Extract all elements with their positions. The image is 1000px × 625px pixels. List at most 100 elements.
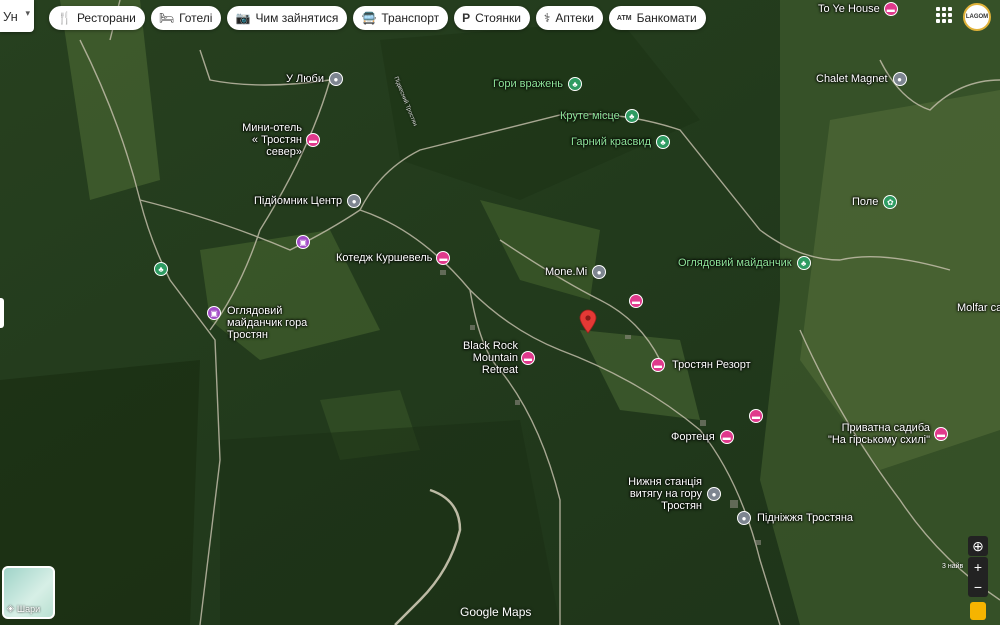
place-ohliadovyi-maidanchyk-trostian[interactable]: ▣ Оглядовий майданчик гора Тростян (207, 305, 339, 341)
hotel-pin-icon: ▬ (749, 409, 763, 423)
place-ohliadovyi-maidanchyk-east[interactable]: Оглядовий майданчик ♣ (678, 256, 811, 270)
atm-icon: ATM (616, 14, 632, 22)
park-pin-icon: ♣ (154, 262, 168, 276)
category-chips: 🍴 Ресторани 🛏 Готелі 📷 Чим зайнятися 🚍 Транс… (49, 6, 706, 30)
place-label: Гарний красвид (571, 136, 651, 148)
place-label: Фортеця (671, 431, 715, 443)
chip-label: Стоянки (475, 11, 521, 25)
place-hotel-unnamed-3[interactable]: ▬ (749, 409, 763, 423)
parking-icon: P (462, 11, 471, 25)
chip-transit[interactable]: 🚍 Транспорт (353, 6, 449, 30)
chip-parking[interactable]: P Стоянки (454, 6, 530, 30)
place-harnyi-krasvyd[interactable]: Гарний красвид ♣ (571, 135, 670, 149)
place-hotel-unnamed-2[interactable]: ▬ (629, 294, 643, 308)
hotel-pin-icon: ▬ (883, 2, 898, 16)
place-pidiomnyk-tsentr[interactable]: Підйомник Центр ● (254, 194, 362, 208)
chip-label: Аптеки (555, 11, 594, 25)
place-label: Поле (852, 196, 879, 208)
chevron-down-icon[interactable]: ▾ (25, 8, 30, 19)
camera-pin-icon: ▣ (207, 306, 221, 320)
street-view-pegman-icon[interactable] (970, 602, 986, 620)
place-pin-icon: ● (892, 72, 907, 86)
place-label: Гори вражень (493, 78, 564, 90)
park-pin-icon: ♣ (624, 109, 639, 123)
hotel-pin-icon: ▬ (934, 427, 948, 441)
park-pin-icon: ♣ (796, 256, 811, 270)
attribution-google: Google (460, 605, 499, 619)
camera-icon: 📷 (235, 11, 251, 25)
chip-label: Чим зайнятися (255, 11, 339, 25)
place-label: To Ye House (818, 3, 880, 15)
chip-pharmacies[interactable]: ⚕ Аптеки (535, 6, 603, 30)
place-hory-vrazhen[interactable]: Гори вражень ♣ (493, 77, 583, 91)
place-label: Chalet Magnet (816, 73, 888, 85)
place-label: У Люби (286, 73, 324, 85)
place-pin-icon: ● (328, 72, 343, 86)
side-panel-toggle[interactable] (0, 298, 4, 328)
restaurant-icon: 🍴 (57, 11, 72, 25)
place-park-unnamed[interactable]: ♣ (154, 262, 168, 276)
place-mone-mi[interactable]: Mone.Mi ● (545, 265, 607, 279)
hotel-pin-icon: ▬ (719, 430, 734, 444)
chip-things-to-do[interactable]: 📷 Чим зайнятися (227, 6, 348, 30)
park-pin-icon: ✿ (883, 195, 898, 209)
satellite-map[interactable] (0, 0, 1000, 625)
hotel-icon: 🛏 (158, 11, 175, 25)
search-box[interactable]: Ун ▾ (0, 0, 34, 32)
place-pin-icon: ● (707, 487, 721, 501)
location-target-icon: ⊕ (972, 537, 984, 554)
place-fortetsia[interactable]: Фортеця ▬ (671, 430, 734, 444)
place-label: Круте місце (560, 110, 620, 122)
attribution-maps: Maps (502, 605, 532, 619)
place-pin-icon: ● (347, 194, 362, 208)
place-pidnizhzhia-trostiana[interactable]: ● Підніжжя Тростяна (737, 511, 853, 525)
chip-restaurants[interactable]: 🍴 Ресторани (49, 6, 145, 30)
chip-atms[interactable]: ATM Банкомати (608, 6, 706, 30)
place-label: Підніжжя Тростяна (757, 512, 854, 524)
place-black-rock[interactable]: Black Rock Mountain Retreat ▬ (438, 340, 535, 376)
place-pin-icon: ● (737, 511, 751, 525)
place-hotel-unnamed-1[interactable]: ▣ (296, 235, 310, 249)
chip-label: Банкомати (636, 11, 697, 25)
apps-grid-icon[interactable] (936, 7, 952, 23)
place-u-lyuby[interactable]: У Люби ● (286, 72, 343, 86)
camera-pin-icon: ▣ (296, 235, 310, 249)
place-label: Котедж Куршевель (336, 252, 433, 264)
hotel-pin-icon: ▬ (629, 294, 643, 308)
transit-icon: 🚍 (361, 11, 377, 25)
my-location-button[interactable]: ⊕ (968, 536, 988, 556)
place-chalet-magnet[interactable]: Chalet Magnet ● (816, 72, 907, 86)
park-pin-icon: ♣ (655, 135, 670, 149)
hotel-pin-icon: ▬ (521, 351, 535, 365)
place-kryte-mistse[interactable]: Круте місце ♣ (560, 109, 639, 123)
avatar[interactable]: LAGOM (963, 3, 991, 31)
zoom-out-button[interactable]: − (968, 577, 988, 597)
park-pin-icon: ♣ (568, 77, 583, 91)
plus-icon: + (973, 559, 983, 575)
place-label: Black Rock Mountain Retreat (462, 340, 518, 376)
chip-hotels[interactable]: 🛏 Готелі (150, 6, 222, 30)
place-molfar[interactable]: Molfar cal (957, 302, 1000, 314)
place-label: Mone.Mi (545, 266, 588, 278)
search-input[interactable]: Ун (0, 9, 18, 24)
scale-note: 3 найв (942, 563, 964, 570)
hotel-pin-icon: ▬ (651, 358, 665, 372)
place-trostian-resort[interactable]: ▬ Тростян Резорт (651, 358, 751, 372)
place-label: Нижня станція витягу на гору Тростян (628, 476, 702, 512)
zoom-in-button[interactable]: + (968, 557, 988, 577)
chip-label: Ресторани (76, 11, 136, 25)
minus-icon: − (973, 579, 983, 595)
place-label: Приватна садиба "На гірському схилі" (827, 422, 930, 446)
place-pryvatna-sadyba[interactable]: Приватна садиба "На гірському схилі" ▬ (826, 422, 948, 446)
place-kotedzh-kurshevel[interactable]: Котедж Куршевель ▬ (336, 251, 451, 265)
chip-label: Готелі (179, 11, 213, 25)
layers-button[interactable]: ◈ Шари (2, 566, 55, 619)
place-label: Оглядовий майданчик гора Тростян (227, 305, 308, 341)
place-label: Підйомник Центр (254, 195, 343, 207)
place-label: Тростян Резорт (672, 359, 751, 371)
place-pin-icon: ● (592, 265, 607, 279)
place-pole[interactable]: Поле ✿ (852, 195, 898, 209)
place-mini-hotel[interactable]: Мини-отель « Тростян север» ▬ (236, 122, 320, 158)
place-nyzhnia-stantsiia[interactable]: Нижня станція витягу на гору Тростян ● (598, 476, 721, 512)
place-to-ye-house[interactable]: To Ye House ▬ (818, 2, 898, 16)
